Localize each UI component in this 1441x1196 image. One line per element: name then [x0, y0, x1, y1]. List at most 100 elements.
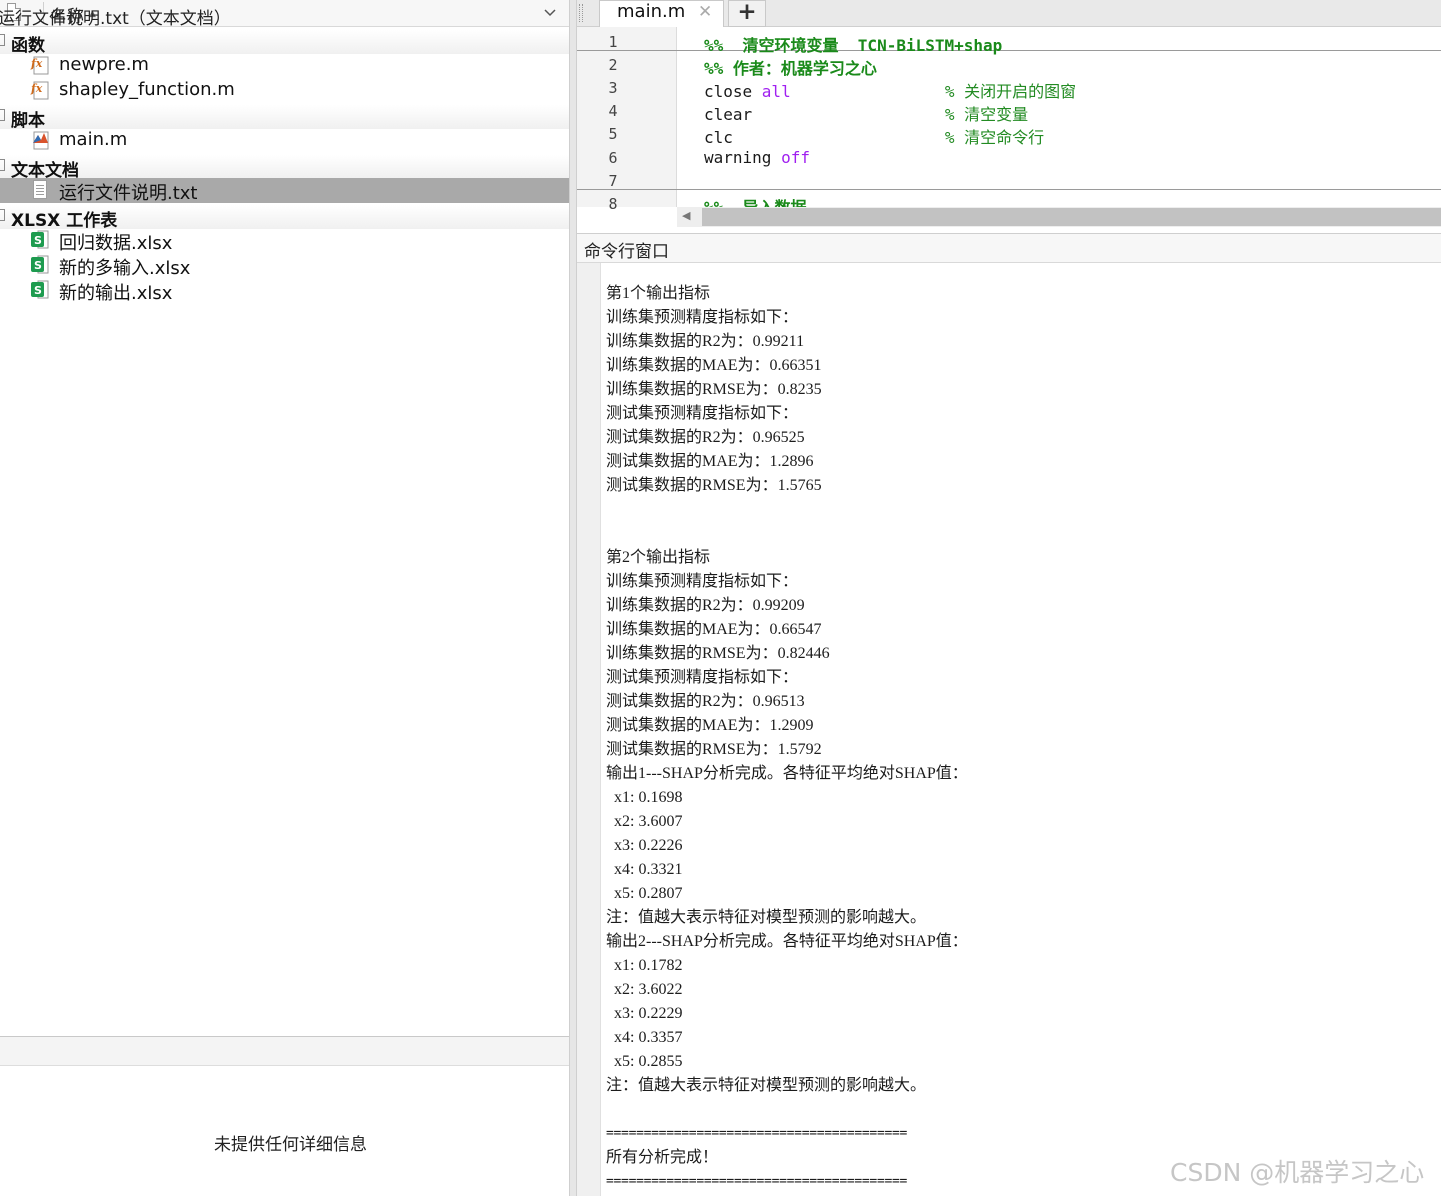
- output-line: ========================================: [606, 1126, 908, 1141]
- code-line[interactable]: warning off: [704, 148, 810, 167]
- output-line: 训练集预测精度指标如下：: [606, 309, 799, 326]
- output-line: x2: 3.6007: [606, 813, 683, 830]
- close-icon[interactable]: ✕: [698, 2, 712, 22]
- line-number: 3: [608, 79, 618, 97]
- line-number: 7: [608, 172, 618, 190]
- line-number: 8: [608, 195, 618, 213]
- output-line: 训练集数据的R2为：0.99209: [606, 597, 805, 614]
- code-line[interactable]: %% 清空环境变量 TCN-BiLSTM+shap: [704, 32, 1002, 56]
- output-line: 第1个输出指标: [606, 285, 711, 302]
- file-name: 新的多输入.xlsx: [59, 258, 191, 279]
- collapse-toggle-icon[interactable]: [0, 34, 5, 46]
- details-empty-message: 未提供任何详细信息: [214, 1135, 367, 1155]
- function-file-icon: fx: [30, 56, 49, 75]
- output-line: x5: 0.2807: [606, 885, 683, 902]
- output-line: 测试集数据的RMSE为：1.5792: [606, 741, 822, 758]
- collapse-toggle-icon[interactable]: [0, 159, 5, 171]
- svg-text:S: S: [34, 259, 42, 272]
- code-comment: % 清空命令行: [944, 128, 1045, 147]
- output-line: 测试集预测精度指标如下：: [606, 405, 799, 422]
- output-line: x2: 3.6022: [606, 981, 683, 998]
- code-comment: % 关闭开启的图窗: [790, 82, 1077, 101]
- file-name: 回归数据.xlsx: [59, 233, 173, 254]
- tab-bar-grip[interactable]: [579, 4, 583, 22]
- line-number: 2: [608, 56, 618, 74]
- code-comment: %% 作者：机器学习之心: [704, 59, 877, 78]
- output-line: 训练集数据的MAE为：0.66351: [606, 357, 822, 374]
- code-line[interactable]: %% 作者：机器学习之心: [704, 55, 877, 79]
- file-row-new-multi-input[interactable]: S 新的多输入.xlsx: [0, 253, 569, 279]
- new-tab-button[interactable]: +: [728, 0, 766, 27]
- panel-splitter[interactable]: [569, 0, 577, 1196]
- output-line: 训练集预测精度指标如下：: [606, 573, 799, 590]
- group-header-functions[interactable]: 函数: [0, 30, 569, 56]
- group-header-scripts[interactable]: 脚本: [0, 105, 569, 131]
- file-row-main[interactable]: main.m: [0, 128, 569, 153]
- output-line: 输出1---SHAP分析完成。各特征平均绝对SHAP值：: [606, 765, 968, 782]
- svg-text:fx: fx: [30, 57, 43, 70]
- output-line: 输出2---SHAP分析完成。各特征平均绝对SHAP值：: [606, 933, 968, 950]
- output-line: x5: 0.2855: [606, 1053, 683, 1070]
- output-line: 测试集数据的R2为：0.96513: [606, 693, 805, 710]
- code-line[interactable]: close all % 关闭开启的图窗: [704, 78, 1076, 102]
- output-line: 第2个输出指标: [606, 549, 711, 566]
- line-number: 1: [608, 33, 618, 51]
- code-line[interactable]: clear % 清空变量: [704, 101, 1028, 125]
- file-row-newpre[interactable]: fx newpre.m: [0, 53, 569, 78]
- code-line[interactable]: %% 导入数据: [704, 194, 807, 208]
- svg-text:S: S: [34, 234, 42, 247]
- watermark: CSDN @机器学习之心: [1170, 1158, 1425, 1187]
- function-file-icon: fx: [30, 81, 49, 100]
- output-line: 测试集数据的R2为：0.96525: [606, 429, 805, 446]
- code-line[interactable]: clc % 清空命令行: [704, 124, 1044, 148]
- output-line: 注：值越大表示特征对模型预测的影响越大。: [606, 909, 927, 926]
- file-row-shapley-function[interactable]: fx shapley_function.m: [0, 78, 569, 103]
- svg-text:S: S: [34, 284, 42, 297]
- collapse-toggle-icon[interactable]: [0, 109, 5, 121]
- output-line: x4: 0.3357: [606, 1029, 683, 1046]
- code-text: warning: [704, 148, 782, 167]
- xlsx-file-icon: S: [31, 280, 49, 299]
- script-file-icon: [33, 131, 49, 150]
- scroll-left-icon[interactable]: ◀: [682, 209, 690, 222]
- code-cell-divider: [577, 189, 1441, 190]
- file-name: newpre.m: [59, 54, 149, 75]
- code-text: close: [704, 82, 762, 101]
- file-name: main.m: [59, 129, 128, 150]
- file-row-regression-data[interactable]: S 回归数据.xlsx: [0, 228, 569, 254]
- line-number: 4: [608, 102, 618, 120]
- output-line: 注：值越大表示特征对模型预测的影响越大。: [606, 1077, 927, 1094]
- command-window-output[interactable]: 第1个输出指标训练集预测精度指标如下： 训练集数据的R2为：0.99211 训练集数…: [606, 282, 1426, 1194]
- chevron-down-icon[interactable]: [544, 8, 556, 18]
- output-line: 训练集数据的R2为：0.99211: [606, 333, 805, 350]
- details-title: 运行文件说明.txt（文本文档）: [0, 9, 231, 29]
- collapse-toggle-icon[interactable]: [0, 209, 5, 221]
- code-comment: % 清空变量: [944, 105, 1029, 124]
- output-line: 训练集数据的RMSE为：0.82446: [606, 645, 830, 662]
- command-window-title: 命令行窗口: [584, 242, 669, 262]
- file-row-run-instructions[interactable]: 运行文件说明.txt: [0, 178, 569, 204]
- output-line: 测试集数据的MAE为：1.2909: [606, 717, 814, 734]
- code-keyword: all: [761, 82, 791, 101]
- output-line: 测试集预测精度指标如下：: [606, 669, 799, 686]
- command-window-gutter: [577, 263, 601, 1196]
- file-row-new-output[interactable]: S 新的输出.xlsx: [0, 278, 569, 304]
- group-header-text-documents[interactable]: 文本文档: [0, 155, 569, 181]
- output-line: x1: 0.1782: [606, 957, 683, 974]
- group-header-xlsx[interactable]: XLSX 工作表: [0, 205, 569, 231]
- details-panel-header[interactable]: [0, 1036, 569, 1066]
- file-name: 运行文件说明.txt: [59, 183, 198, 204]
- output-line: x3: 0.2229: [606, 1005, 683, 1022]
- output-line: 训练集数据的RMSE为：0.8235: [606, 381, 822, 398]
- output-line: x3: 0.2226: [606, 837, 683, 854]
- tab-label: main.m: [617, 1, 686, 22]
- output-line: 测试集数据的MAE为：1.2896: [606, 453, 814, 470]
- file-browser-panel: 名称 ▲ 函数 fx newpre.m fx shapley_function.…: [0, 0, 569, 1196]
- output-line: x4: 0.3321: [606, 861, 683, 878]
- text-file-icon: [33, 180, 47, 199]
- command-window-header[interactable]: [577, 233, 1441, 263]
- file-name: shapley_function.m: [59, 79, 235, 100]
- scrollbar-thumb[interactable]: [702, 208, 1441, 226]
